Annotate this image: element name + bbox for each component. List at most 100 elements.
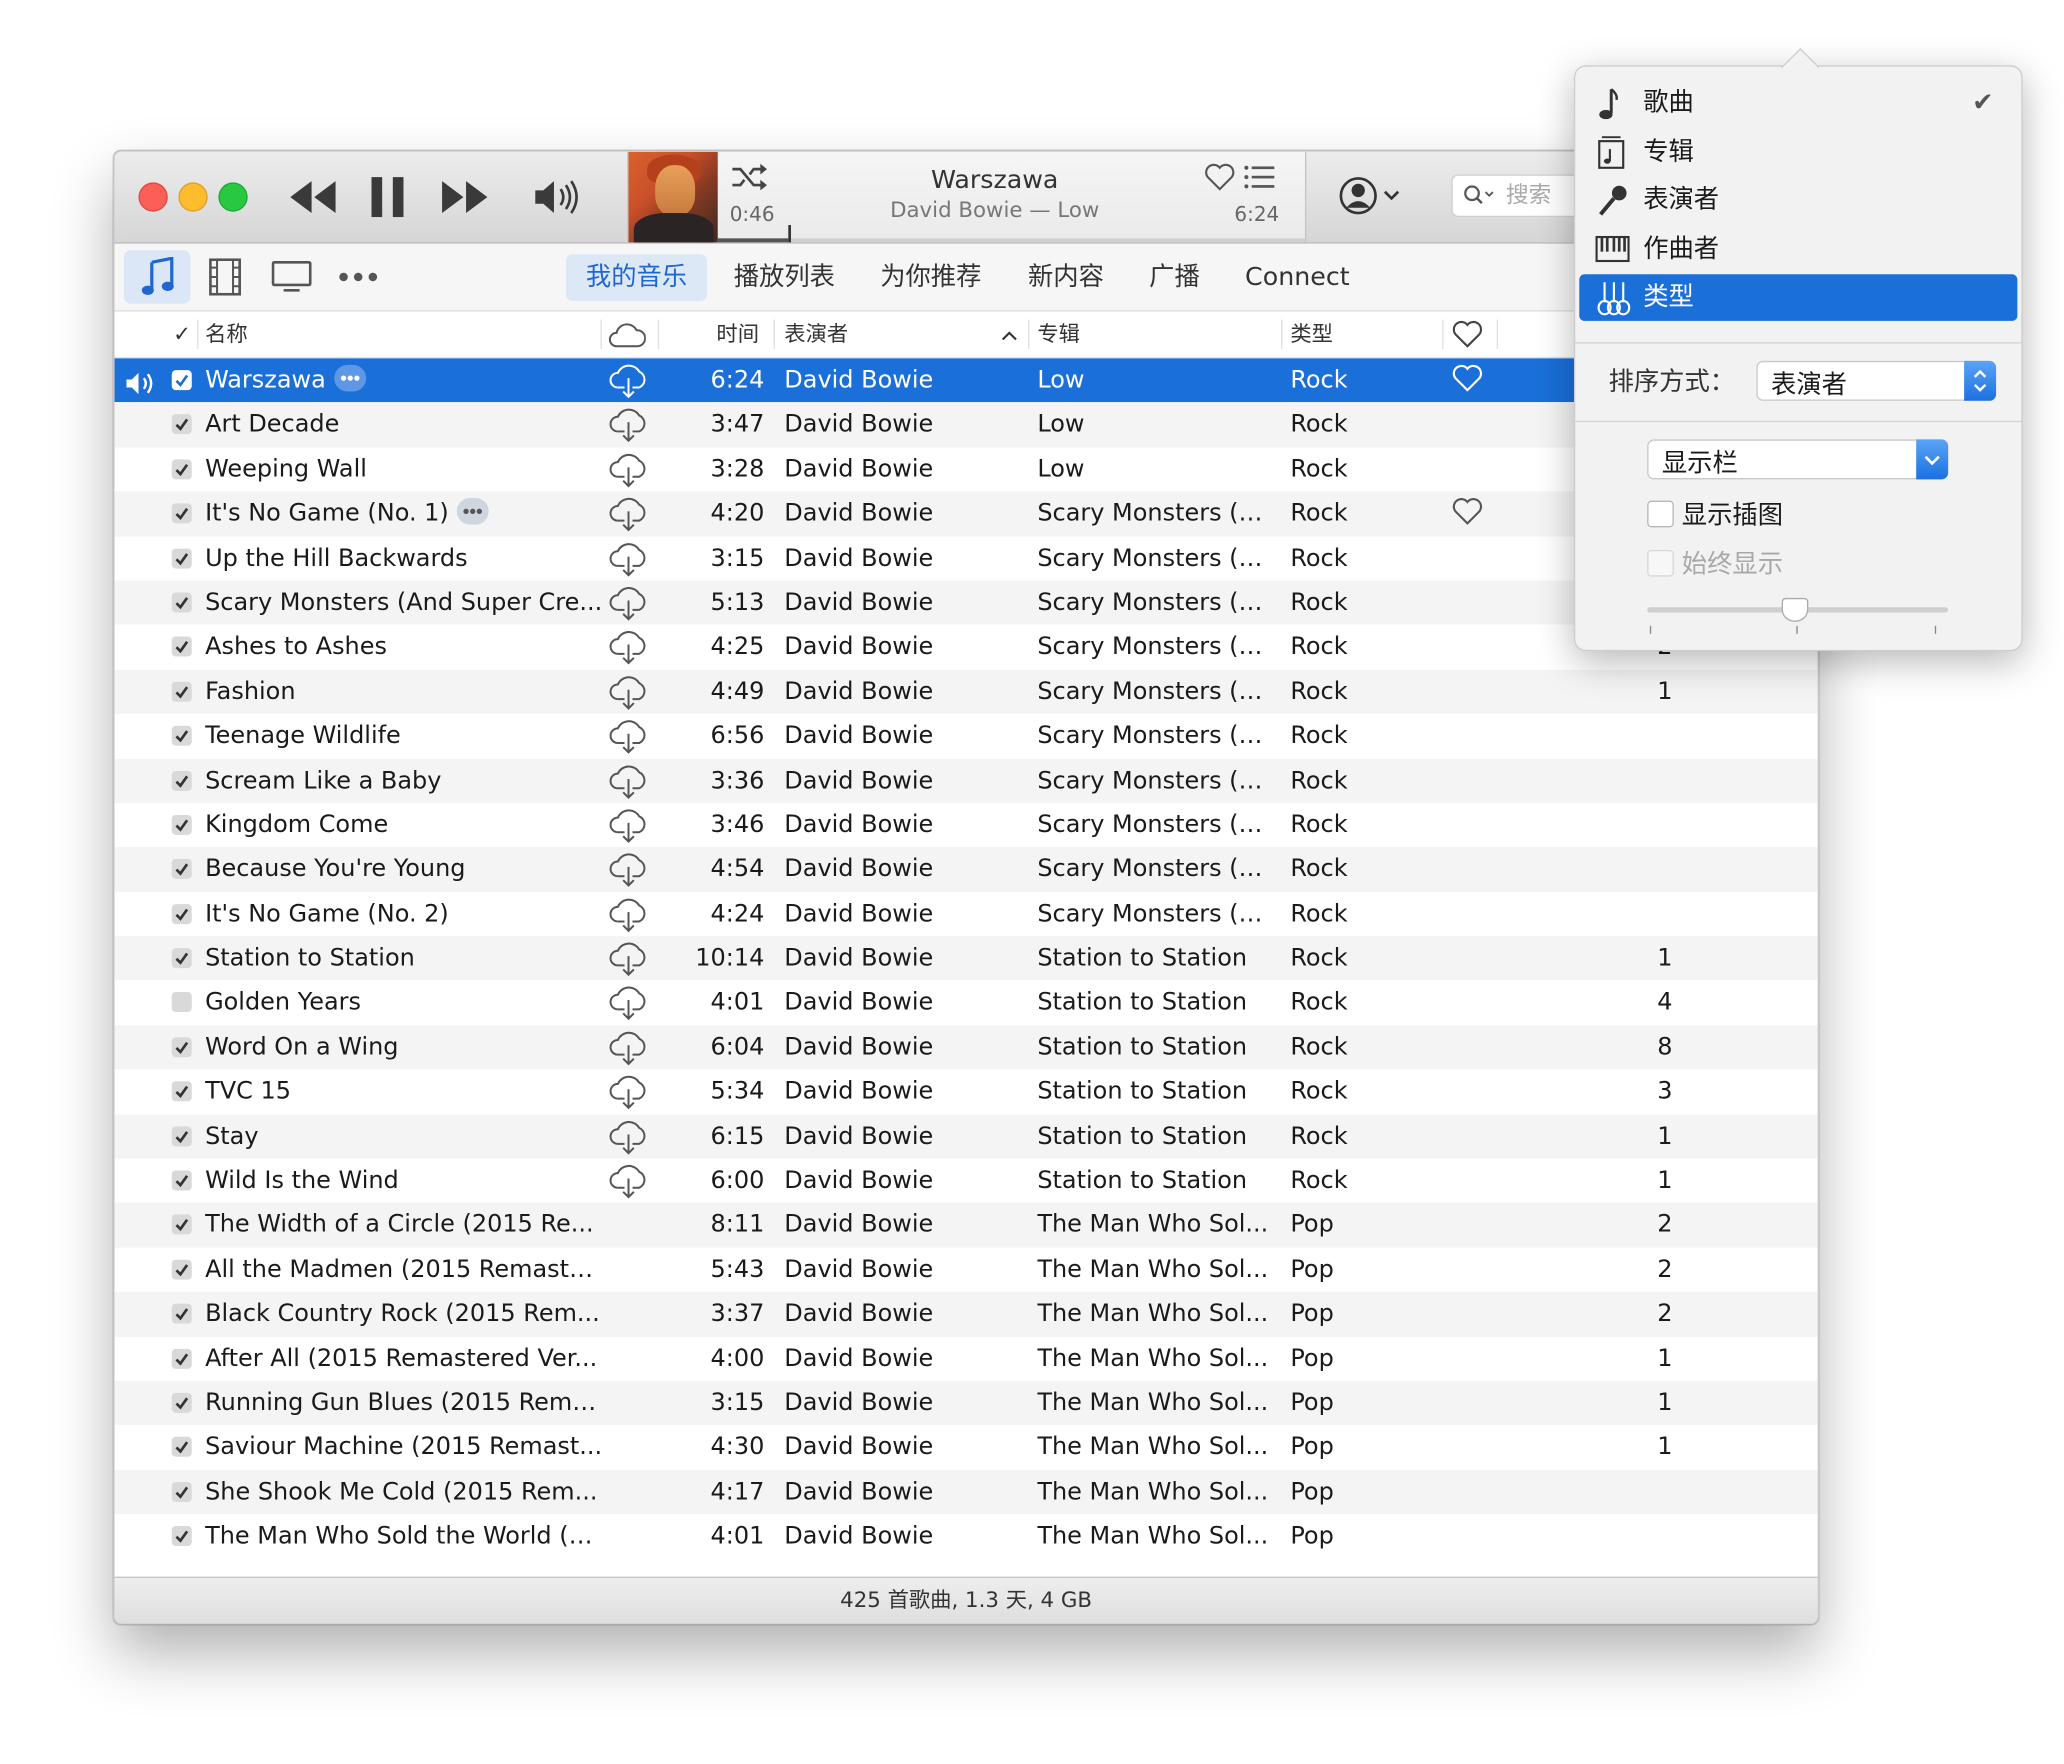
- table-row[interactable]: Running Gun Blues (2015 Rema... 3:15 David…: [114, 1380, 1818, 1426]
- table-row[interactable]: TVC 15 5:34 David Bowie Station to Station R…: [115, 1070, 1818, 1114]
- pause-button[interactable]: [365, 173, 410, 221]
- album-artwork[interactable]: [628, 151, 718, 243]
- table-row[interactable]: Art Decade 3:47 David Bowie Low Rock: [114, 402, 1818, 448]
- header-time[interactable]: 时间: [716, 312, 759, 357]
- slider-knob[interactable]: [1781, 597, 1809, 622]
- table-row[interactable]: Teenage Wildlife 6:56 David Bowie Scary Mon…: [115, 714, 1818, 758]
- row-checkbox[interactable]: [171, 503, 192, 524]
- table-row[interactable]: Scary Monsters (And Super Cre... 5:13 Davi…: [114, 580, 1818, 625]
- row-checkbox[interactable]: [171, 548, 192, 569]
- table-row[interactable]: Wild Is the Wind 6:00 David Bowie Station t…: [115, 1159, 1818, 1203]
- row-checkbox[interactable]: [171, 1170, 192, 1191]
- song-list[interactable]: Warszawa 6:24 David Bowie Low Rock Art Decade…: [114, 358, 1818, 1576]
- table-row[interactable]: Black Country Rock (2015 Rem... 3:37 David…: [114, 1291, 1818, 1337]
- row-checkbox[interactable]: [171, 459, 192, 480]
- cloud-download-icon[interactable]: [609, 540, 649, 577]
- popover-item-3[interactable]: 作曲者: [1579, 226, 2017, 273]
- row-checkbox[interactable]: [171, 592, 192, 613]
- loved-heart-icon[interactable]: [1451, 497, 1483, 541]
- cloud-download-icon[interactable]: [609, 940, 649, 977]
- row-checkbox[interactable]: [171, 1081, 192, 1102]
- table-row[interactable]: It's No Game (No. 2) 4:24 David Bowie Scary…: [115, 892, 1818, 936]
- table-row[interactable]: Golden Years 4:01 David Bowie Station to St…: [115, 981, 1818, 1025]
- cloud-download-icon[interactable]: [609, 451, 649, 488]
- table-row[interactable]: Ashes to Ashes 4:25 David Bowie Scary Monst…: [115, 625, 1818, 669]
- table-row[interactable]: Scream Like a Baby 3:36 David Bowie Scary M…: [114, 758, 1818, 803]
- popover-item-2[interactable]: 表演者: [1579, 177, 2017, 224]
- popover-item-0[interactable]: 歌曲 ✔: [1579, 80, 2017, 127]
- media-movies-button[interactable]: [192, 250, 259, 303]
- row-checkbox[interactable]: [171, 1037, 192, 1058]
- fast-forward-button[interactable]: [437, 173, 493, 221]
- tab-2[interactable]: 为你推荐: [860, 254, 1001, 301]
- minimize-button[interactable]: [178, 182, 208, 212]
- row-checkbox[interactable]: [171, 903, 192, 924]
- shuffle-icon[interactable]: [731, 162, 768, 197]
- loved-heart-icon[interactable]: [1451, 364, 1483, 408]
- popover-item-4[interactable]: 类型: [1579, 274, 2018, 321]
- cloud-download-icon[interactable]: [609, 762, 649, 799]
- row-checkbox[interactable]: [171, 725, 192, 746]
- table-row[interactable]: Fashion 4:49 David Bowie Scary Monsters (A.…: [114, 669, 1818, 714]
- table-row[interactable]: The Man Who Sold the World (2... 4:01 Davi…: [115, 1514, 1818, 1558]
- table-row[interactable]: Station to Station 10:14 David Bowie Statio…: [114, 936, 1818, 981]
- cloud-download-icon[interactable]: [609, 807, 649, 844]
- popover-item-1[interactable]: 专辑: [1579, 128, 2017, 175]
- progress-knob[interactable]: [788, 225, 791, 243]
- header-name[interactable]: 名称: [205, 312, 248, 357]
- row-checkbox[interactable]: [171, 681, 192, 702]
- table-row[interactable]: Saviour Machine (2015 Remast... 4:30 David…: [115, 1425, 1818, 1469]
- cloud-download-icon[interactable]: [609, 851, 649, 888]
- volume-button[interactable]: [530, 173, 583, 221]
- row-checkbox[interactable]: [171, 1348, 192, 1369]
- cloud-download-icon[interactable]: [609, 985, 649, 1022]
- zoom-button[interactable]: [218, 182, 248, 212]
- cloud-download-icon[interactable]: [609, 896, 649, 933]
- cloud-download-icon[interactable]: [609, 496, 649, 533]
- table-row[interactable]: Warszawa 6:24 David Bowie Low Rock: [114, 358, 1818, 403]
- tab-1[interactable]: 播放列表: [714, 254, 855, 301]
- media-music-button[interactable]: [123, 250, 191, 304]
- table-row[interactable]: All the Madmen (2015 Remaste... 5:43 David…: [115, 1247, 1818, 1291]
- row-checkbox[interactable]: [171, 1437, 192, 1458]
- cloud-download-icon[interactable]: [609, 718, 649, 755]
- row-checkbox[interactable]: [171, 1303, 192, 1324]
- table-row[interactable]: She Shook Me Cold (2015 Rem... 4:17 David …: [114, 1469, 1818, 1515]
- media-more-button[interactable]: [325, 250, 392, 303]
- close-button[interactable]: [138, 182, 168, 212]
- row-checkbox[interactable]: [171, 859, 192, 880]
- row-checkbox[interactable]: [171, 948, 192, 969]
- cloud-download-icon[interactable]: [609, 1118, 649, 1155]
- table-row[interactable]: It's No Game (No. 1) 4:20 David Bowie Scary…: [114, 491, 1818, 537]
- header-album[interactable]: 专辑: [1037, 312, 1080, 357]
- cloud-download-icon[interactable]: [609, 629, 649, 666]
- sort-by-select[interactable]: 表演者: [1756, 360, 1997, 401]
- search-input[interactable]: [1503, 181, 1584, 211]
- row-checkbox[interactable]: [171, 1214, 192, 1235]
- search-field[interactable]: [1451, 174, 1585, 218]
- tab-5[interactable]: Connect: [1225, 254, 1370, 301]
- cloud-download-icon[interactable]: [609, 585, 649, 622]
- cloud-download-icon[interactable]: [609, 1029, 649, 1066]
- cloud-download-icon[interactable]: [609, 362, 649, 399]
- table-row[interactable]: Because You're Young 4:54 David Bowie Scary…: [114, 847, 1818, 892]
- header-genre[interactable]: 类型: [1290, 312, 1333, 357]
- cloud-download-icon[interactable]: [609, 407, 649, 444]
- row-checkbox[interactable]: [171, 770, 192, 791]
- row-checkbox[interactable]: [171, 414, 192, 435]
- row-checkbox[interactable]: [171, 1126, 192, 1147]
- row-checkbox[interactable]: [171, 1526, 192, 1547]
- tab-3[interactable]: 新内容: [1008, 254, 1124, 301]
- account-button[interactable]: [1337, 173, 1404, 224]
- row-checkbox[interactable]: [171, 1259, 192, 1280]
- more-options-icon[interactable]: [333, 364, 366, 392]
- header-artist[interactable]: 表演者: [784, 312, 848, 357]
- cloud-download-icon[interactable]: [609, 673, 649, 710]
- cloud-download-icon[interactable]: [609, 1163, 649, 1200]
- table-row[interactable]: Word On a Wing 6:04 David Bowie Station to …: [114, 1025, 1818, 1070]
- table-row[interactable]: Stay 6:15 David Bowie Station to Station Roc…: [114, 1114, 1818, 1159]
- tab-4[interactable]: 广播: [1129, 254, 1220, 301]
- table-row[interactable]: The Width of a Circle (2015 Re... 8:11 Dav…: [114, 1202, 1818, 1248]
- row-checkbox[interactable]: [171, 1392, 192, 1413]
- always-show-checkbox[interactable]: [1647, 549, 1674, 577]
